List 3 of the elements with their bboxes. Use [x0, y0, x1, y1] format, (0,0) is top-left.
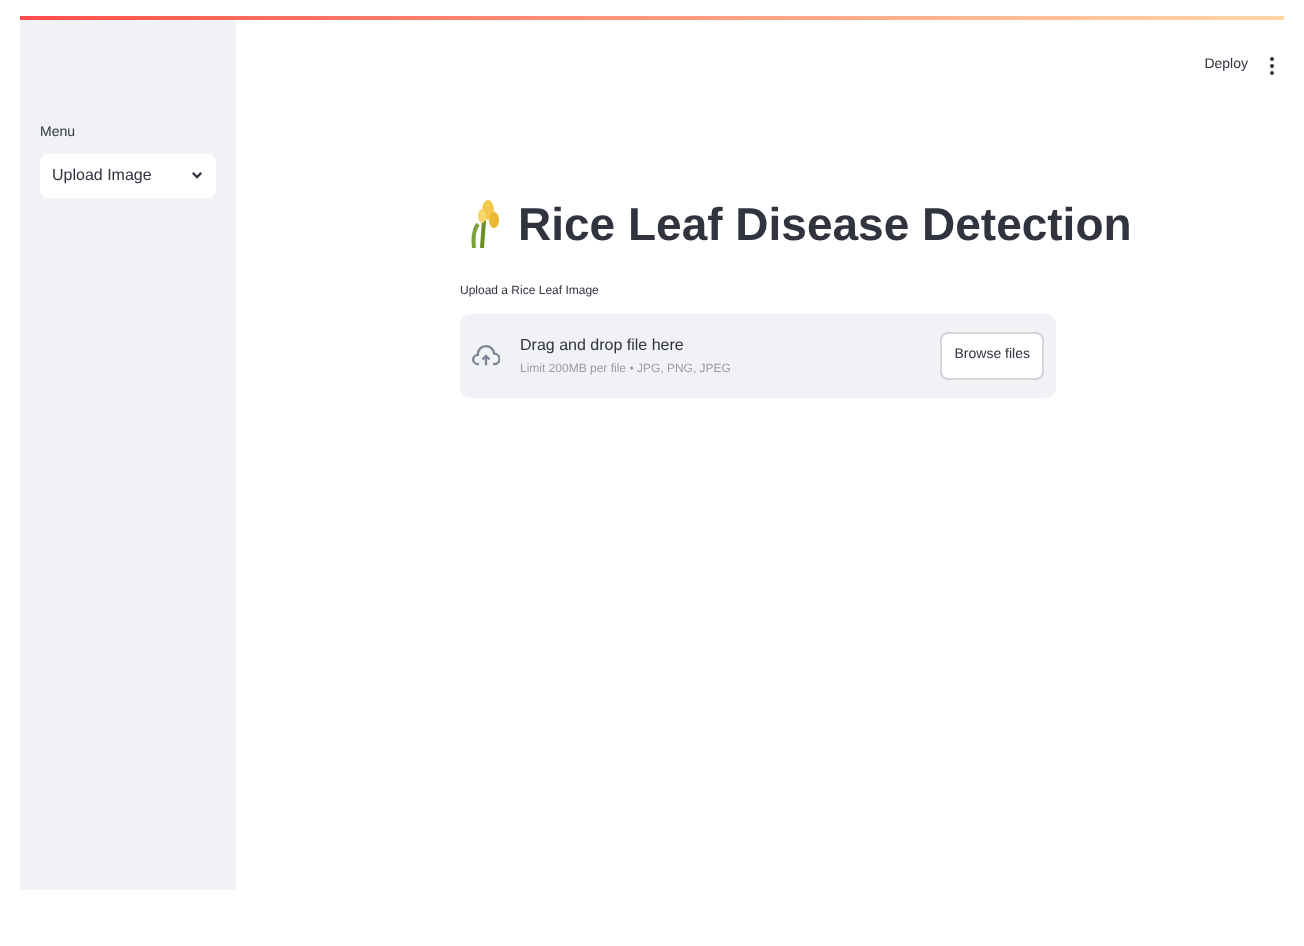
- dropzone-instruction: Drag and drop file here: [520, 333, 686, 357]
- page-select[interactable]: Upload Image: [40, 153, 216, 197]
- page-title: Rice Leaf Disease Detection: [518, 195, 1132, 253]
